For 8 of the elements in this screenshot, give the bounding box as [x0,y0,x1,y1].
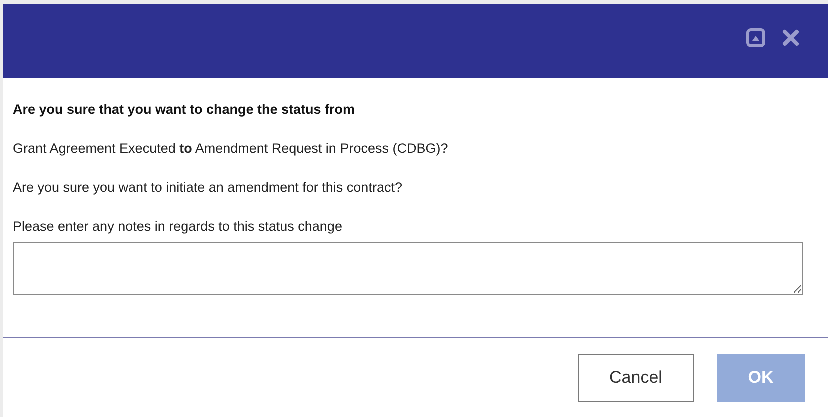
amendment-question: Are you sure you want to initiate an amendment for this contract? [13,179,404,197]
notes-label: Please enter any notes in regards to this status change [13,218,344,236]
cancel-button[interactable]: Cancel [578,354,694,402]
close-icon[interactable] [782,29,800,47]
confirmation-heading: Are you sure that you want to change the status from [13,101,356,119]
restore-icon[interactable] [746,28,766,48]
notes-field[interactable] [13,242,803,295]
status-transition-text: Grant Agreement Executed to Amendment Request in Process (CDBG)? [13,140,450,158]
